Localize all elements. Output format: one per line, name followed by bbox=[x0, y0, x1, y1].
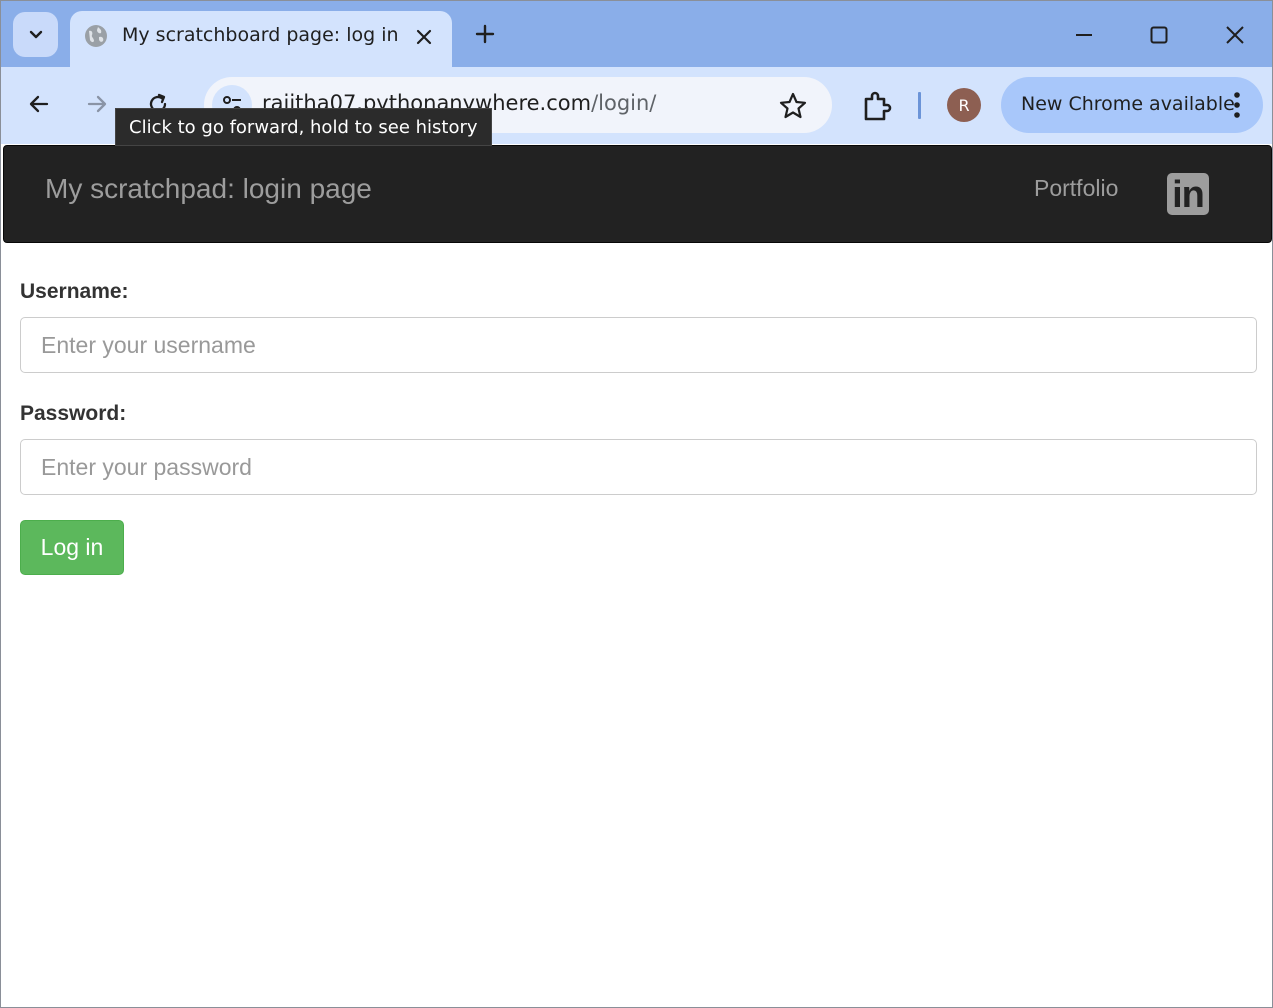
maximize-button[interactable] bbox=[1139, 15, 1179, 55]
update-chrome-button[interactable]: New Chrome available bbox=[1001, 77, 1263, 133]
globe-icon bbox=[85, 25, 107, 47]
maximize-icon bbox=[1150, 26, 1168, 44]
close-window-button[interactable] bbox=[1215, 15, 1255, 55]
username-input[interactable] bbox=[20, 317, 1257, 373]
browser-window: My scratchboard page: log in rajitha07.p… bbox=[0, 0, 1273, 1008]
navbar-brand[interactable]: My scratchpad: login page bbox=[45, 173, 372, 205]
minimize-button[interactable] bbox=[1064, 15, 1104, 55]
profile-avatar[interactable]: R bbox=[947, 88, 981, 122]
tab-close-button[interactable] bbox=[410, 23, 438, 51]
forward-tooltip: Click to go forward, hold to see history bbox=[115, 108, 492, 146]
back-button[interactable] bbox=[20, 85, 58, 123]
star-icon[interactable] bbox=[778, 91, 808, 121]
site-navbar: My scratchpad: login page Portfolio in bbox=[3, 145, 1272, 243]
chevron-down-icon bbox=[29, 30, 42, 38]
tab-title: My scratchboard page: log in bbox=[122, 24, 399, 46]
close-icon bbox=[416, 29, 432, 45]
minimize-icon bbox=[1076, 34, 1092, 36]
active-tab[interactable]: My scratchboard page: log in bbox=[70, 11, 452, 67]
plus-icon bbox=[475, 24, 495, 44]
new-tab-button[interactable] bbox=[469, 18, 501, 50]
more-vert-icon[interactable] bbox=[1227, 91, 1247, 119]
linkedin-icon[interactable]: in bbox=[1167, 173, 1209, 216]
extensions-icon[interactable] bbox=[859, 89, 895, 125]
arrow-right-icon bbox=[87, 95, 107, 113]
tab-strip: My scratchboard page: log in bbox=[1, 1, 1272, 67]
forward-button[interactable] bbox=[78, 85, 116, 123]
url-path: /login/ bbox=[591, 91, 657, 115]
username-label: Username: bbox=[20, 280, 129, 303]
update-chrome-label: New Chrome available bbox=[1021, 93, 1235, 115]
password-label: Password: bbox=[20, 402, 127, 425]
login-button[interactable]: Log in bbox=[20, 520, 124, 575]
tab-search-button[interactable] bbox=[13, 12, 58, 57]
arrow-left-icon bbox=[29, 95, 49, 113]
close-icon bbox=[1226, 26, 1244, 44]
password-input[interactable] bbox=[20, 439, 1257, 495]
nav-link-portfolio[interactable]: Portfolio bbox=[1034, 175, 1118, 202]
toolbar-divider bbox=[918, 92, 921, 119]
